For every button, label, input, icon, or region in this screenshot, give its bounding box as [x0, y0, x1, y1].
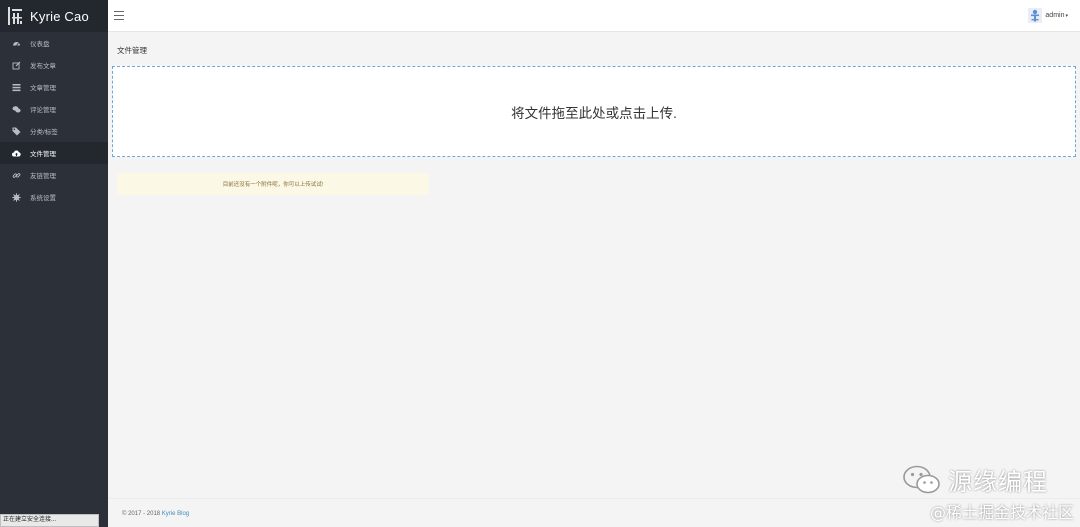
top-navbar: admin ▾ — [108, 0, 1080, 32]
blog-link[interactable]: Kyrie Blog — [162, 511, 189, 517]
comments-icon — [12, 105, 21, 114]
user-name: admin — [1045, 12, 1065, 19]
sidebar-item-settings[interactable]: 系统设置 — [0, 186, 108, 208]
cloud-upload-icon — [12, 149, 21, 158]
watermark: 源缘编程 — [902, 462, 1048, 497]
sidebar-item-label: 评论管理 — [30, 107, 56, 114]
sidebar-item-label: 友链管理 — [30, 173, 56, 180]
sidebar-item-label: 分类/标签 — [30, 129, 58, 136]
sidebar-item-links[interactable]: 友链管理 — [0, 164, 108, 186]
file-dropzone[interactable]: 将文件拖至此处或点击上传. — [112, 66, 1076, 157]
gear-icon — [12, 192, 21, 202]
sidebar-item-label: 系统设置 — [30, 195, 56, 202]
tags-icon — [12, 127, 21, 136]
page-title: 文件管理 — [117, 46, 147, 55]
user-menu[interactable]: admin ▾ — [1028, 8, 1068, 23]
status-bar: 正在建立安全连接... — [0, 514, 99, 527]
sidebar: Kyrie Cao 仪表盘 发布文章 文章管理 评论管理 分类/标签 文件管理 … — [0, 0, 108, 527]
sidebar-item-files[interactable]: 文件管理 — [0, 142, 108, 164]
copyright: © 2017 - 2018 Kyrie Blog — [122, 511, 189, 517]
dashboard-icon — [12, 39, 21, 48]
wechat-icon — [903, 465, 940, 493]
sidebar-item-tags[interactable]: 分类/标签 — [0, 120, 108, 142]
edit-icon — [12, 61, 21, 70]
list-icon — [12, 83, 21, 92]
dropzone-text: 将文件拖至此处或点击上传. — [511, 105, 677, 121]
empty-notice: 目前还没有一个附件呢，你可以上传试试! — [117, 173, 429, 195]
sidebar-item-label: 发布文章 — [30, 63, 56, 70]
sidebar-item-posts[interactable]: 文章管理 — [0, 76, 108, 98]
sidebar-item-label: 文件管理 — [30, 151, 56, 158]
brand-logo-icon — [8, 7, 22, 25]
sidebar-item-dashboard[interactable]: 仪表盘 — [0, 32, 108, 54]
copyright-text: © 2017 - 2018 — [122, 511, 162, 517]
sidebar-item-label: 文章管理 — [30, 85, 56, 92]
watermark-source: @稀土掘金技术社区 — [929, 503, 1074, 522]
watermark-text: 源缘编程 — [948, 468, 1048, 496]
brand-name: Kyrie Cao — [30, 8, 89, 24]
avatar — [1028, 8, 1043, 23]
sidebar-menu: 仪表盘 发布文章 文章管理 评论管理 分类/标签 文件管理 友链管理 系统设置 — [0, 32, 108, 208]
brand[interactable]: Kyrie Cao — [0, 0, 108, 32]
sidebar-item-comments[interactable]: 评论管理 — [0, 98, 108, 120]
main-content: 文件管理 将文件拖至此处或点击上传. 目前还没有一个附件呢，你可以上传试试! — [108, 33, 1080, 498]
sidebar-item-label: 仪表盘 — [30, 41, 50, 48]
empty-notice-text: 目前还没有一个附件呢，你可以上传试试! — [222, 182, 324, 188]
chevron-down-icon: ▾ — [1065, 12, 1068, 19]
sidebar-toggle-icon[interactable] — [114, 11, 124, 20]
sidebar-item-new-post[interactable]: 发布文章 — [0, 54, 108, 76]
link-icon — [12, 171, 21, 180]
